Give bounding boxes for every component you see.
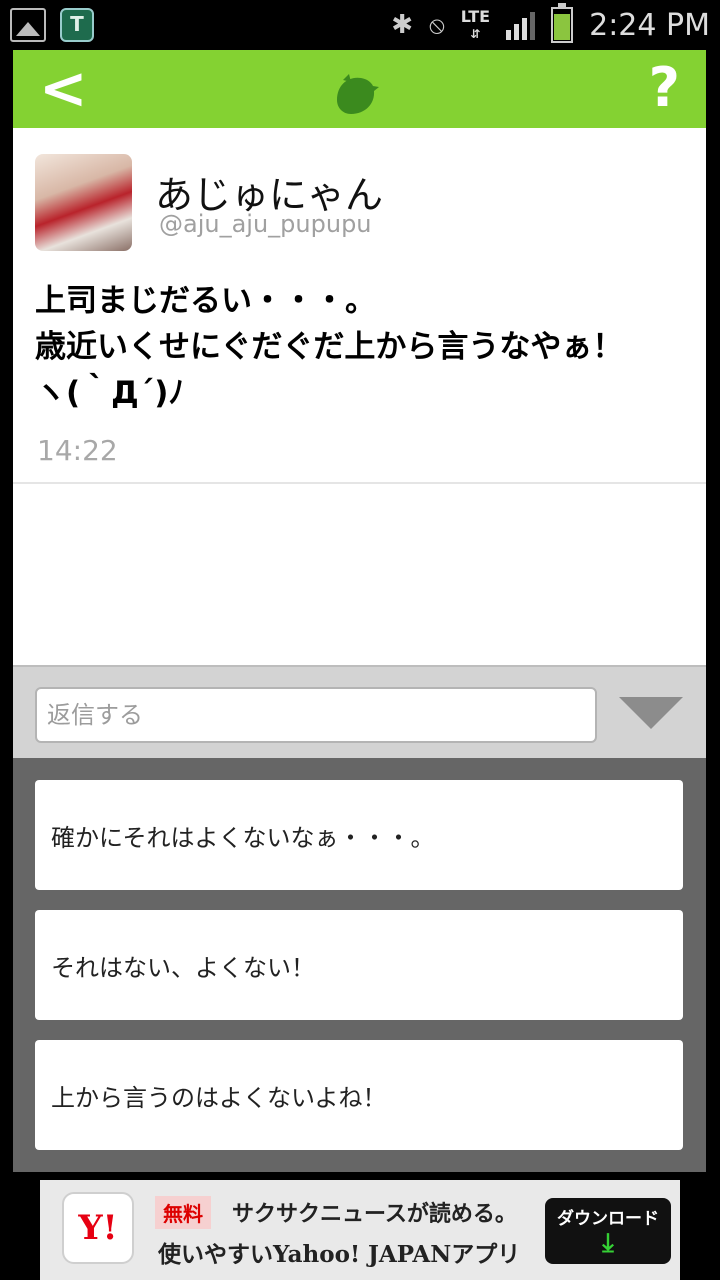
yahoo-logo-icon: Y! xyxy=(62,1192,134,1264)
download-arrow-icon: ⤓ xyxy=(602,1228,614,1258)
app-bar: < ? xyxy=(13,50,706,128)
bluetooth-icon: ✱ xyxy=(391,10,414,40)
vibrate-mute-icon: ⦸ xyxy=(429,11,445,39)
chevron-left-icon: < xyxy=(39,54,88,122)
reply-bar xyxy=(13,665,706,758)
gallery-icon xyxy=(10,8,46,42)
help-button[interactable]: ? xyxy=(649,58,680,118)
triangle-down-icon[interactable] xyxy=(619,697,683,729)
battery-icon xyxy=(551,3,574,43)
avatar[interactable] xyxy=(35,154,132,251)
suggested-reply[interactable]: それはない、よくない！ xyxy=(35,910,683,1020)
ad-subline: 使いやすいYahoo! JAPANアプリ xyxy=(158,1241,521,1268)
tweet: あじゅにゃん @aju_aju_pupupu 上司まじだるい・・・。 歳近いくせ… xyxy=(13,128,706,484)
reply-input[interactable] xyxy=(35,687,597,743)
tweet-text-line: 歳近いくせにぐだぐだ上から言うなやぁ！ xyxy=(35,329,624,365)
download-button[interactable]: ダウンロード ⤓ xyxy=(545,1198,671,1264)
suggested-replies: 確かにそれはよくないなぁ・・・。 それはない、よくない！ 上から言うのはよくない… xyxy=(13,758,706,1172)
signal-icon xyxy=(506,10,536,40)
user-handle[interactable]: @aju_aju_pupupu xyxy=(159,210,372,238)
download-label: ダウンロード xyxy=(557,1209,659,1229)
tweet-detail-screen: < ? あじゅにゃん @aju_aju_pupupu 上司まじだるい・・・。 歳… xyxy=(13,50,706,1172)
status-time: 2:24 PM xyxy=(589,7,710,43)
back-button[interactable]: < xyxy=(39,58,89,118)
status-bar: T ✱ ⦸ LTE ⇵ 2:24 PM xyxy=(0,0,720,50)
bird-icon xyxy=(337,74,379,114)
tweet-text-line: 上司まじだるい・・・。 xyxy=(35,283,376,319)
tweet-timestamp: 14:22 xyxy=(37,434,118,467)
ad-headline: サクサクニュースが読める。 xyxy=(232,1202,517,1227)
tweet-text-line: ヽ(｀Д´)ﾉ xyxy=(35,375,184,411)
free-badge: 無料 xyxy=(155,1196,211,1229)
lte-icon: LTE ⇵ xyxy=(460,6,491,41)
suggested-reply[interactable]: 上から言うのはよくないよね！ xyxy=(35,1040,683,1150)
ad-banner[interactable]: Y! 無料 サクサクニュースが読める。 使いやすいYahoo! JAPANアプリ… xyxy=(40,1180,680,1280)
app-shield-icon: T xyxy=(60,8,94,42)
suggested-reply[interactable]: 確かにそれはよくないなぁ・・・。 xyxy=(35,780,683,890)
question-mark-icon: ? xyxy=(648,56,680,119)
tweet-text: 上司まじだるい・・・。 歳近いくせにぐだぐだ上から言うなやぁ！ ヽ(｀Д´)ﾉ xyxy=(35,278,695,416)
